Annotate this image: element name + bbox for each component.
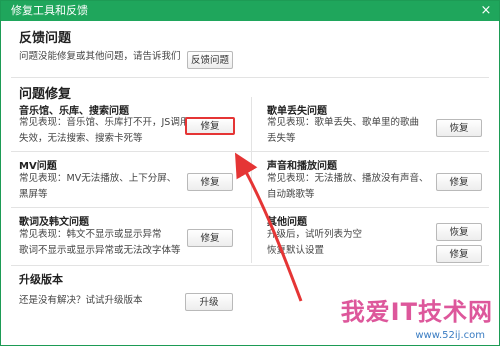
watermark-text: 我爱IT技术网 (340, 298, 493, 326)
watermark-url: www.52ij.com (415, 330, 485, 341)
repair-feedback-dialog: 修复工具和反馈 × 反馈问题 问题没能修复或其他问题，请告诉我们 反馈问题 问题… (0, 0, 500, 346)
